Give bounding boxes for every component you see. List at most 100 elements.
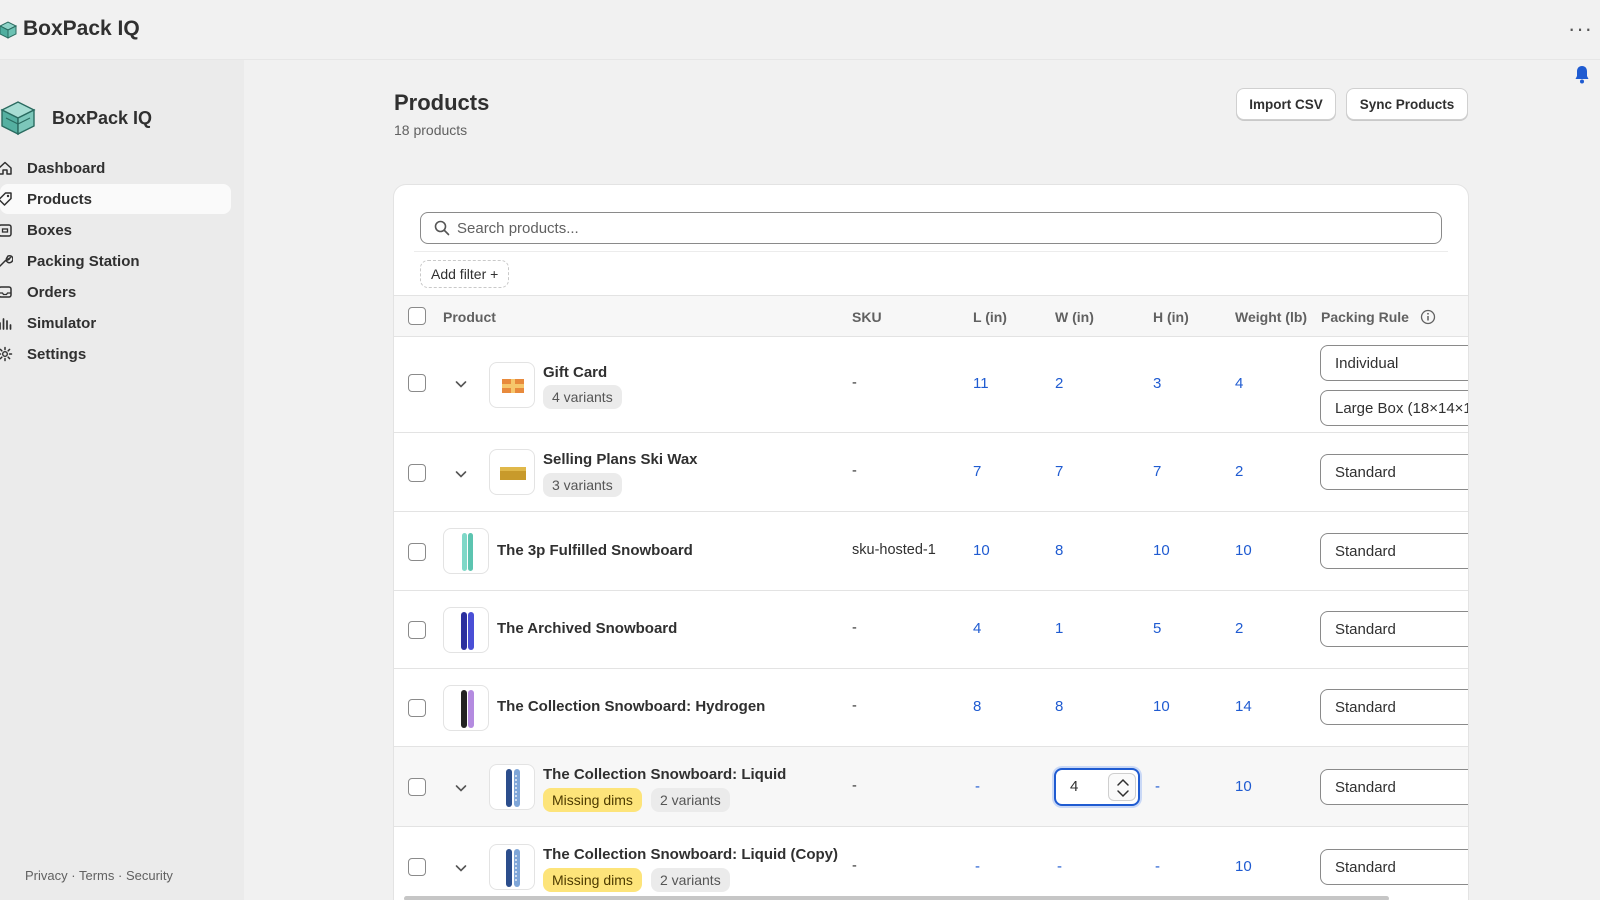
sidebar-item-packing-station[interactable]: Packing Station — [0, 246, 231, 276]
width-value[interactable]: 7 — [1055, 463, 1063, 480]
column-header-packing-rule[interactable]: Packing Rule — [1321, 309, 1409, 325]
column-header-width[interactable]: W (in) — [1055, 309, 1094, 325]
stepper-arrows-icon[interactable] — [1109, 774, 1137, 802]
box-select[interactable]: Large Box (18×14×1 — [1320, 390, 1468, 426]
column-header-height[interactable]: H (in) — [1153, 309, 1189, 325]
table-row[interactable]: The Collection Snowboard: Liquid (Copy) … — [394, 827, 1468, 900]
width-stepper[interactable]: 4 — [1054, 768, 1140, 806]
product-name[interactable]: The 3p Fulfilled Snowboard — [497, 542, 693, 559]
table-row[interactable]: The Collection Snowboard: Liquid Missing… — [394, 747, 1468, 827]
chevron-down-icon[interactable] — [454, 781, 468, 795]
horizontal-scrollbar[interactable] — [404, 896, 1389, 900]
product-name[interactable]: The Collection Snowboard: Hydrogen — [497, 698, 765, 715]
sku-value: - — [852, 778, 857, 794]
table-row[interactable]: Selling Plans Ski Wax 3 variants - 7 7 7… — [394, 433, 1468, 512]
table-row[interactable]: The 3p Fulfilled Snowboard sku-hosted-1 … — [394, 512, 1468, 591]
search-input[interactable]: Search products... — [420, 212, 1442, 244]
length-value[interactable]: 7 — [973, 463, 981, 480]
sidebar-item-orders[interactable]: Orders — [0, 277, 231, 307]
height-value[interactable]: 10 — [1153, 698, 1170, 715]
packing-rule-select[interactable]: Standard — [1320, 454, 1468, 490]
product-thumbnail — [489, 449, 535, 495]
column-header-length[interactable]: L (in) — [973, 309, 1007, 325]
sidebar-item-settings[interactable]: Settings — [0, 339, 231, 369]
width-value[interactable]: 2 — [1055, 375, 1063, 392]
length-value[interactable]: 4 — [973, 620, 981, 637]
row-checkbox[interactable] — [408, 543, 426, 561]
length-value[interactable]: 10 — [973, 542, 990, 559]
terms-link[interactable]: Terms — [79, 868, 114, 883]
height-value[interactable]: - — [1155, 858, 1160, 875]
weight-value[interactable]: 10 — [1235, 542, 1252, 559]
packing-rule-select[interactable]: Standard — [1320, 533, 1468, 569]
product-name[interactable]: Selling Plans Ski Wax — [543, 451, 698, 468]
packing-rule-select[interactable]: Standard — [1320, 769, 1468, 805]
search-icon — [434, 220, 450, 236]
chevron-down-icon[interactable] — [454, 861, 468, 875]
length-value[interactable]: - — [975, 778, 980, 795]
height-value[interactable]: 5 — [1153, 620, 1161, 637]
stepper-buttons[interactable] — [1108, 773, 1136, 801]
packing-rule-select[interactable]: Standard — [1320, 689, 1468, 725]
width-value[interactable]: 1 — [1055, 620, 1063, 637]
product-name[interactable]: The Collection Snowboard: Liquid (Copy) — [543, 846, 838, 863]
packing-rule-select[interactable]: Standard — [1320, 611, 1468, 647]
chevron-down-icon[interactable] — [454, 377, 468, 391]
bar-chart-icon — [0, 318, 12, 330]
row-checkbox[interactable] — [408, 374, 426, 392]
packing-rule-select[interactable]: Standard — [1320, 849, 1468, 885]
width-value[interactable]: - — [1057, 858, 1062, 875]
products-card: Search products... Add filter + Product … — [394, 185, 1468, 900]
table-header: Product SKU L (in) W (in) H (in) Weight … — [394, 295, 1468, 337]
bell-icon[interactable] — [1574, 64, 1590, 86]
height-value[interactable]: 10 — [1153, 542, 1170, 559]
sidebar-item-simulator[interactable]: Simulator — [0, 308, 231, 338]
weight-value[interactable]: 10 — [1235, 778, 1252, 795]
more-options-icon[interactable]: ··· — [1568, 16, 1593, 42]
width-input-value[interactable]: 4 — [1070, 778, 1078, 795]
table-row[interactable]: The Archived Snowboard - 4 1 5 2 Standar… — [394, 591, 1468, 669]
sidebar-item-label: Boxes — [27, 222, 73, 239]
width-value[interactable]: 8 — [1055, 698, 1063, 715]
import-csv-button[interactable]: Import CSV — [1236, 88, 1336, 120]
product-name[interactable]: The Collection Snowboard: Liquid — [543, 766, 786, 783]
product-name[interactable]: The Archived Snowboard — [497, 620, 677, 637]
row-checkbox[interactable] — [408, 778, 426, 796]
weight-value[interactable]: 10 — [1235, 858, 1252, 875]
footer-separator: · — [71, 868, 76, 883]
length-value[interactable]: - — [975, 858, 980, 875]
sync-products-button[interactable]: Sync Products — [1346, 88, 1468, 120]
column-header-product[interactable]: Product — [443, 309, 496, 325]
chevron-down-icon[interactable] — [454, 467, 468, 481]
sidebar-item-dashboard[interactable]: Dashboard — [0, 153, 231, 183]
table-row[interactable]: The Collection Snowboard: Hydrogen - 8 8… — [394, 669, 1468, 747]
packing-rule-select[interactable]: Individual — [1320, 345, 1468, 381]
height-value[interactable]: 3 — [1153, 375, 1161, 392]
sidebar-item-boxes[interactable]: Boxes — [0, 215, 231, 245]
product-name[interactable]: Gift Card — [543, 364, 607, 381]
height-value[interactable]: - — [1155, 778, 1160, 795]
sidebar-item-label: Packing Station — [27, 253, 140, 270]
info-icon[interactable] — [1420, 309, 1436, 325]
row-checkbox[interactable] — [408, 699, 426, 717]
privacy-link[interactable]: Privacy — [25, 868, 68, 883]
weight-value[interactable]: 14 — [1235, 698, 1252, 715]
weight-value[interactable]: 2 — [1235, 463, 1243, 480]
add-filter-button[interactable]: Add filter + — [420, 260, 510, 288]
select-all-checkbox[interactable] — [408, 307, 426, 325]
weight-value[interactable]: 2 — [1235, 620, 1243, 637]
height-value[interactable]: 7 — [1153, 463, 1161, 480]
column-header-weight[interactable]: Weight (lb) — [1235, 309, 1307, 325]
row-checkbox[interactable] — [408, 858, 426, 876]
sidebar-item-products[interactable]: Products — [0, 184, 231, 214]
length-value[interactable]: 8 — [973, 698, 981, 715]
table-row[interactable]: Gift Card 4 variants - 11 2 3 4 Individu… — [394, 337, 1468, 433]
width-value[interactable]: 8 — [1055, 542, 1063, 559]
weight-value[interactable]: 4 — [1235, 375, 1243, 392]
length-value[interactable]: 11 — [973, 375, 989, 392]
tag-icon — [0, 192, 12, 206]
security-link[interactable]: Security — [126, 868, 173, 883]
row-checkbox[interactable] — [408, 464, 426, 482]
column-header-sku[interactable]: SKU — [852, 309, 882, 325]
row-checkbox[interactable] — [408, 621, 426, 639]
